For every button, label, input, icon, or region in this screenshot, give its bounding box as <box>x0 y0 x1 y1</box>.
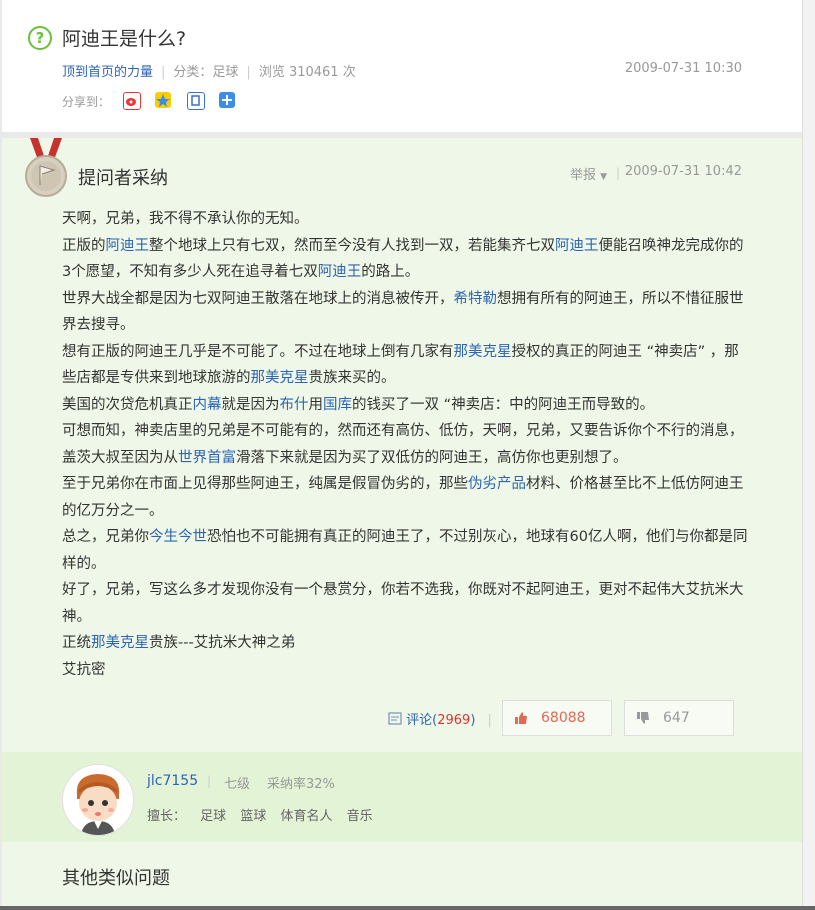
skills-label: 擅长： <box>147 809 187 824</box>
keyword-link[interactable]: 布什 <box>280 397 309 413</box>
downvote-count: 647 <box>663 710 690 726</box>
answer-text: 整个地球上只有七双，然而至今没有人找到一双，若能集齐七双 <box>149 237 555 254</box>
report-label: 举报 <box>570 168 597 183</box>
author-name[interactable]: jlc7155 <box>147 773 198 789</box>
answer-time: 2009-07-31 10:42 <box>624 164 742 179</box>
answer-text: 贵族来买的。 <box>308 370 396 386</box>
answer-paragraph: 至于兄弟你在市面上见得那些阿迪王，纯属是假冒伪劣的，那些伪劣产品材料、价格甚至比… <box>62 471 752 524</box>
skill-tag[interactable]: 足球 <box>200 809 226 824</box>
answer-paragraph: 艾抗密 <box>62 657 752 684</box>
answer-body: 天啊，兄弟，我不得不承认你的无知。 正版的阿迪王整个地球上只有七双，然而至今没有人… <box>62 206 752 683</box>
answer-text: 世界大战全都是因为七双阿迪王散落在地球上的消息被传开， <box>62 290 454 307</box>
question-time: 2009-07-31 10:30 <box>624 61 742 76</box>
answer-text: 滑落下来就是因为买了双低仿的阿迪王，高仿你也更别想了。 <box>236 449 628 466</box>
keyword-link[interactable]: 那美克星 <box>454 344 512 360</box>
answer-text: 用 <box>308 396 324 413</box>
author-skills: 擅长： 足球 篮球 体育名人 音乐 <box>147 805 383 824</box>
answer-text: 的钱买了一双 “神卖店：中的阿迪王而导致的。 <box>352 396 655 413</box>
views-label: 浏览 310461 次 <box>258 65 356 80</box>
divider: | <box>207 774 212 788</box>
comment-close: ) <box>470 713 476 728</box>
source-link[interactable]: 顶到首页的力量 <box>62 65 153 80</box>
answer-paragraph: 可想而知，神卖店里的兄弟是不可能有的，然而还有高仿、低仿，天啊，兄弟，又要告诉你… <box>62 418 752 471</box>
skill-tag[interactable]: 音乐 <box>347 809 373 824</box>
question-meta: 顶到首页的力量 | 分类：足球 | 浏览 310461 次 <box>62 65 356 80</box>
skill-tag[interactable]: 篮球 <box>240 809 266 824</box>
category-label[interactable]: 分类：足球 <box>173 65 238 80</box>
keyword-link[interactable]: 那美克星 <box>251 370 309 386</box>
thumbs-down-icon <box>637 712 649 724</box>
similar-questions-title: 其他类似问题 <box>62 868 170 889</box>
avatar[interactable] <box>62 764 134 836</box>
medal-icon <box>24 138 68 202</box>
keyword-link[interactable]: 阿迪王 <box>318 264 362 280</box>
answer-text: 正版的 <box>62 237 106 254</box>
upvote-button[interactable]: 68088 <box>502 700 612 736</box>
question-mark-icon: ? <box>28 26 52 50</box>
answer-text: 好了，兄弟，写这么多才发现你没有一个悬赏分，你若不选我，你既对不起阿迪王，更对不… <box>62 582 744 625</box>
downvote-button[interactable]: 647 <box>624 700 734 736</box>
answer-paragraph: 正版的阿迪王整个地球上只有七双，然而至今没有人找到一双，若能集齐七双阿迪王便能召… <box>62 233 752 286</box>
bottom-border <box>0 906 815 910</box>
question-title: 阿迪王是什么? <box>62 28 187 50</box>
divider: | <box>616 166 621 180</box>
keyword-link[interactable]: 今生今世 <box>149 529 207 545</box>
keyword-link[interactable]: 国库 <box>323 397 352 413</box>
answer-text: 美国的次贷危机真正 <box>62 396 193 413</box>
answer-header: 提问者采纳 <box>78 168 168 189</box>
page: ? 阿迪王是什么? 顶到首页的力量 | 分类：足球 | 浏览 310461 次 2009… <box>2 0 802 910</box>
answer-paragraph: 正统那美克星贵族---艾抗米大神之弟 <box>62 630 752 657</box>
answer-text: 的路上。 <box>361 264 420 280</box>
comment-icon <box>388 712 402 725</box>
tieba-share-icon[interactable] <box>187 92 205 110</box>
author-rate: 采纳率32% <box>267 777 335 792</box>
upvote-count: 68088 <box>541 710 586 726</box>
answer-text: 正统 <box>62 635 91 651</box>
answer-text: 艾抗密 <box>62 661 106 678</box>
keyword-link[interactable]: 阿迪王 <box>555 238 599 254</box>
thumbs-up-icon <box>515 712 527 724</box>
comment-button[interactable]: 评论(2969) | <box>388 709 492 728</box>
qzone-share-icon[interactable] <box>155 92 171 108</box>
keyword-link[interactable]: 世界首富 <box>178 450 236 466</box>
scrollbar[interactable] <box>802 0 815 910</box>
comment-label: 评论( <box>406 713 438 728</box>
keyword-link[interactable]: 内幕 <box>193 397 222 413</box>
more-share-icon[interactable] <box>219 92 235 108</box>
keyword-link[interactable]: 希特勒 <box>454 291 498 307</box>
answer-paragraph: 美国的次贷危机真正内幕就是因为布什用国库的钱买了一双 “神卖店：中的阿迪王而导致… <box>62 392 752 419</box>
answer-text: 总之，兄弟你 <box>62 529 149 545</box>
answer-text: 想有正版的阿迪王几乎是不可能了。不过在地球上倒有几家有 <box>62 343 454 360</box>
skill-tag[interactable]: 体育名人 <box>280 809 332 824</box>
share-label: 分享到： <box>62 95 111 109</box>
keyword-link[interactable]: 伪劣产品 <box>468 476 526 492</box>
answer-paragraph: 好了，兄弟，写这么多才发现你没有一个悬赏分，你若不选我，你既对不起阿迪王，更对不… <box>62 577 752 630</box>
answer-text: 至于兄弟你在市面上见得那些阿迪王，纯属是假冒伪劣的，那些 <box>62 476 468 492</box>
answer-paragraph: 想有正版的阿迪王几乎是不可能了。不过在地球上倒有几家有那美克星授权的真正的阿迪王… <box>62 339 752 392</box>
keyword-link[interactable]: 那美克星 <box>91 635 149 651</box>
answer-paragraph: 总之，兄弟你今生今世恐怕也不可能拥有真正的阿迪王了，不过别灰心，地球有60亿人啊… <box>62 524 752 577</box>
question-card: ? 阿迪王是什么? 顶到首页的力量 | 分类：足球 | 浏览 310461 次 2009… <box>2 0 802 132</box>
comment-count: 2969 <box>437 713 471 728</box>
chevron-down-icon: ▼ <box>600 172 608 182</box>
answer-text: 天啊，兄弟，我不得不承认你的无知。 <box>62 211 309 227</box>
report-button[interactable]: 举报 ▼ <box>570 164 607 183</box>
answer-paragraph: 天啊，兄弟，我不得不承认你的无知。 <box>62 206 752 233</box>
answer-text: 就是因为 <box>221 396 280 413</box>
answer-text: 贵族---艾抗米大神之弟 <box>149 635 296 651</box>
answer-paragraph: 世界大战全都是因为七双阿迪王散落在地球上的消息被传开，希特勒想拥有所有的阿迪王，… <box>62 286 752 339</box>
keyword-link[interactable]: 阿迪王 <box>106 238 150 254</box>
author-level: 七级 <box>224 777 251 792</box>
weibo-share-icon[interactable] <box>123 92 141 110</box>
